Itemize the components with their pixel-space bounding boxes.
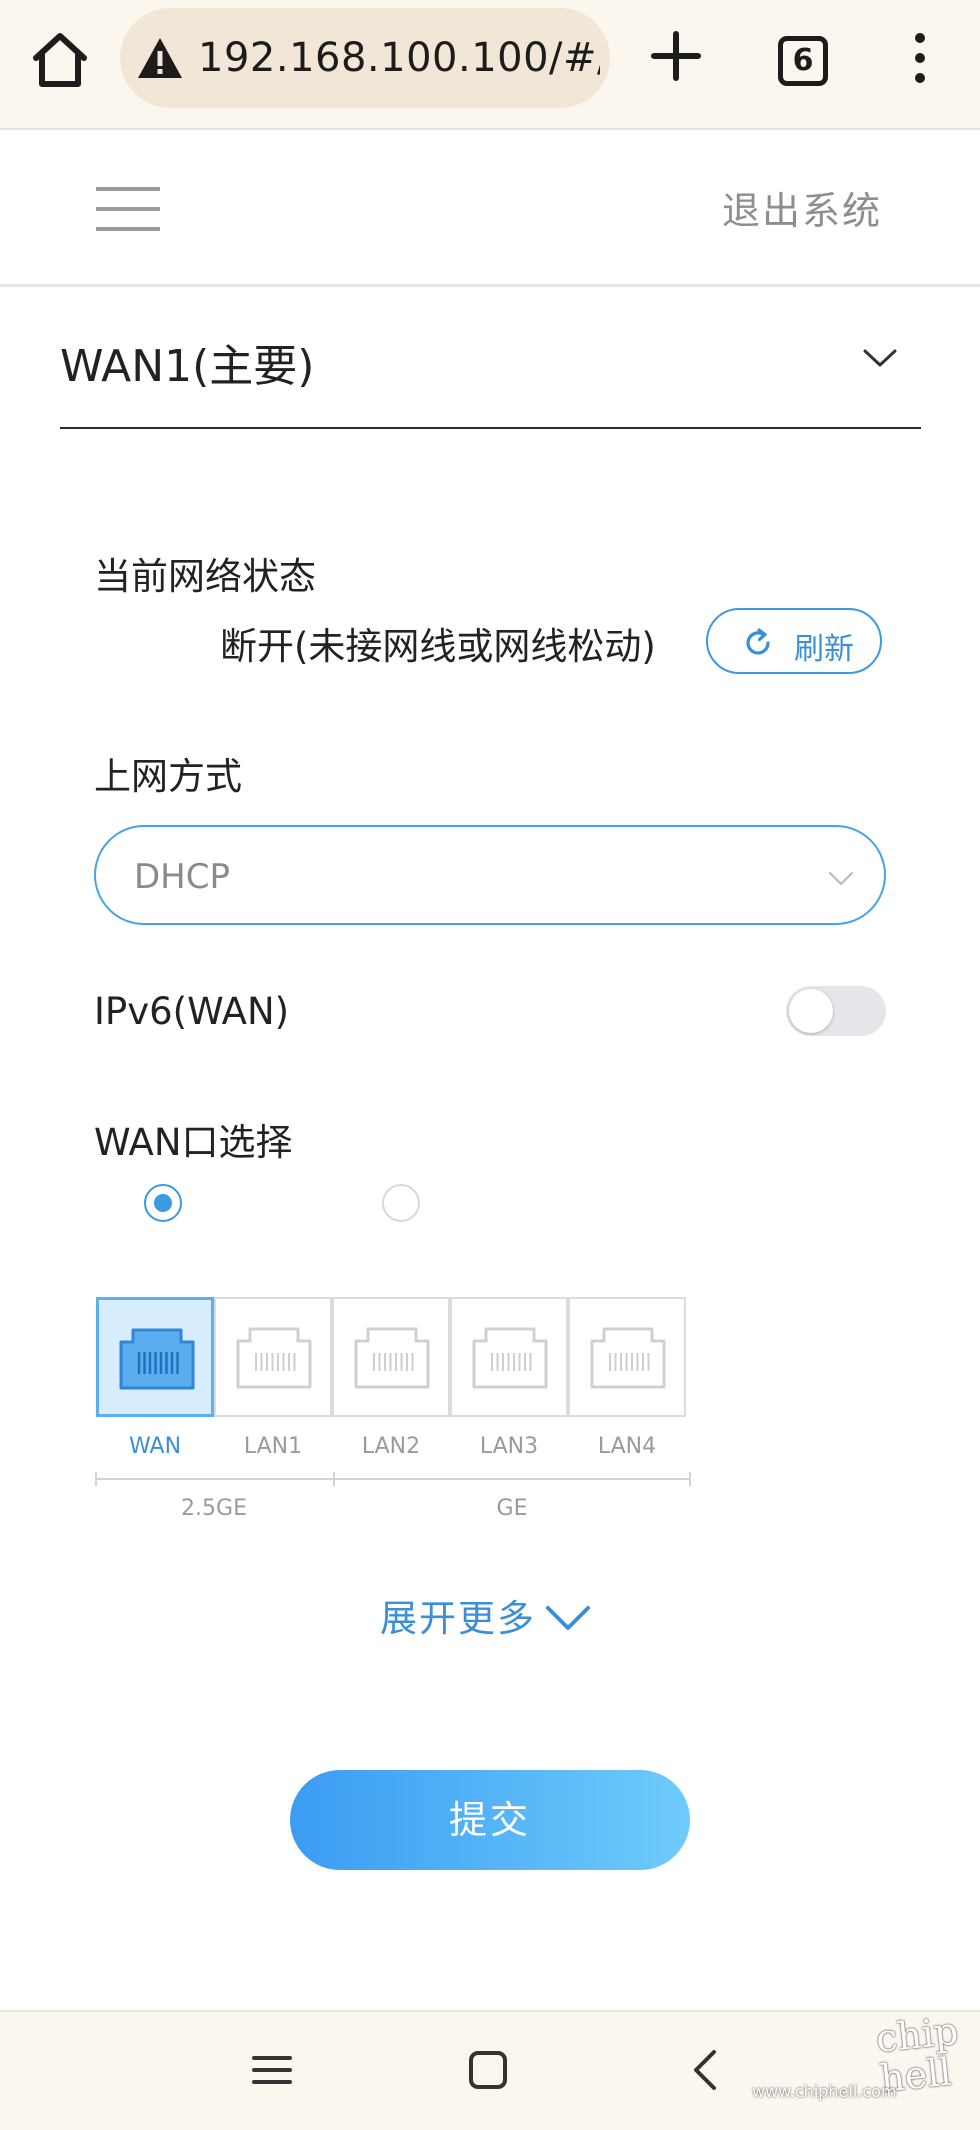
port-label-lan4: LAN4 xyxy=(597,1434,657,1459)
browser-toolbar: 192.168.100.100/#/ne 6 xyxy=(0,0,980,130)
section-title[interactable]: WAN1(主要) xyxy=(60,330,314,394)
speed-bracket-tick xyxy=(333,1472,335,1486)
connection-type-value: DHCP xyxy=(134,857,230,897)
expand-more-label: 展开更多 xyxy=(380,1597,536,1640)
port-lan1[interactable] xyxy=(214,1297,332,1417)
port-lan3[interactable] xyxy=(450,1297,568,1417)
network-status-label: 当前网络状态 xyxy=(94,555,316,598)
home-button-icon[interactable] xyxy=(466,2048,510,2092)
url-text[interactable]: 192.168.100.100/#/ne xyxy=(198,32,600,84)
section-divider xyxy=(60,427,921,429)
wan-port-radio-2[interactable] xyxy=(382,1184,420,1222)
ethernet-port-icon xyxy=(236,1327,312,1389)
refresh-icon xyxy=(746,628,770,655)
watermark-url: www.chiphell.com xyxy=(752,2082,897,2101)
home-icon[interactable] xyxy=(28,28,92,92)
ethernet-port-icon xyxy=(354,1327,430,1389)
port-label-lan2: LAN2 xyxy=(361,1434,421,1459)
speed-bracket-line xyxy=(96,1478,690,1480)
ipv6-label: IPv6(WAN) xyxy=(94,990,290,1033)
connection-type-label: 上网方式 xyxy=(94,755,242,798)
speed-bracket-tick xyxy=(689,1472,691,1486)
submit-button[interactable]: 提交 xyxy=(290,1770,690,1870)
ethernet-port-icon xyxy=(472,1327,548,1389)
port-label-lan1: LAN1 xyxy=(243,1434,303,1459)
speed-bracket-tick xyxy=(95,1472,97,1486)
port-label-wan: WAN xyxy=(128,1434,182,1459)
chevron-down-icon xyxy=(546,1606,590,1630)
back-icon[interactable] xyxy=(684,2048,728,2092)
port-label-lan3: LAN3 xyxy=(479,1434,539,1459)
network-status-value: 断开(未接网线或网线松动) xyxy=(220,625,656,668)
chevron-down-icon[interactable] xyxy=(862,340,898,376)
tab-switcher-button[interactable]: 6 xyxy=(778,36,828,86)
wan-port-radio-1[interactable] xyxy=(144,1184,182,1222)
address-bar[interactable]: 192.168.100.100/#/ne xyxy=(120,8,610,108)
ipv6-toggle[interactable] xyxy=(786,986,886,1036)
expand-more-link[interactable]: 展开更多 xyxy=(380,1588,590,1642)
hamburger-menu-icon[interactable] xyxy=(96,186,160,232)
toggle-knob xyxy=(789,989,833,1033)
refresh-button[interactable]: 刷新 xyxy=(706,608,882,674)
new-tab-icon[interactable] xyxy=(650,30,702,82)
port-lan2[interactable] xyxy=(332,1297,450,1417)
port-wan[interactable] xyxy=(96,1297,214,1417)
ethernet-port-icon xyxy=(119,1328,195,1390)
wan-port-label: WAN口选择 xyxy=(94,1121,293,1164)
refresh-label: 刷新 xyxy=(794,632,854,667)
recent-apps-icon[interactable] xyxy=(250,2048,294,2092)
speed-label-2-5ge: 2.5GE xyxy=(181,1496,247,1521)
ethernet-port-icon xyxy=(590,1327,666,1389)
system-navigation-bar xyxy=(0,2010,980,2130)
speed-label-ge: GE xyxy=(496,1496,528,1521)
chevron-down-icon xyxy=(829,872,853,885)
more-options-icon[interactable] xyxy=(904,30,936,86)
not-secure-warning-icon[interactable] xyxy=(136,34,184,82)
port-diagram xyxy=(96,1297,690,1417)
app-header: 退出系统 xyxy=(0,130,980,287)
logout-button[interactable]: 退出系统 xyxy=(722,180,882,235)
connection-type-select[interactable]: DHCP xyxy=(94,825,886,925)
port-lan4[interactable] xyxy=(568,1297,686,1417)
